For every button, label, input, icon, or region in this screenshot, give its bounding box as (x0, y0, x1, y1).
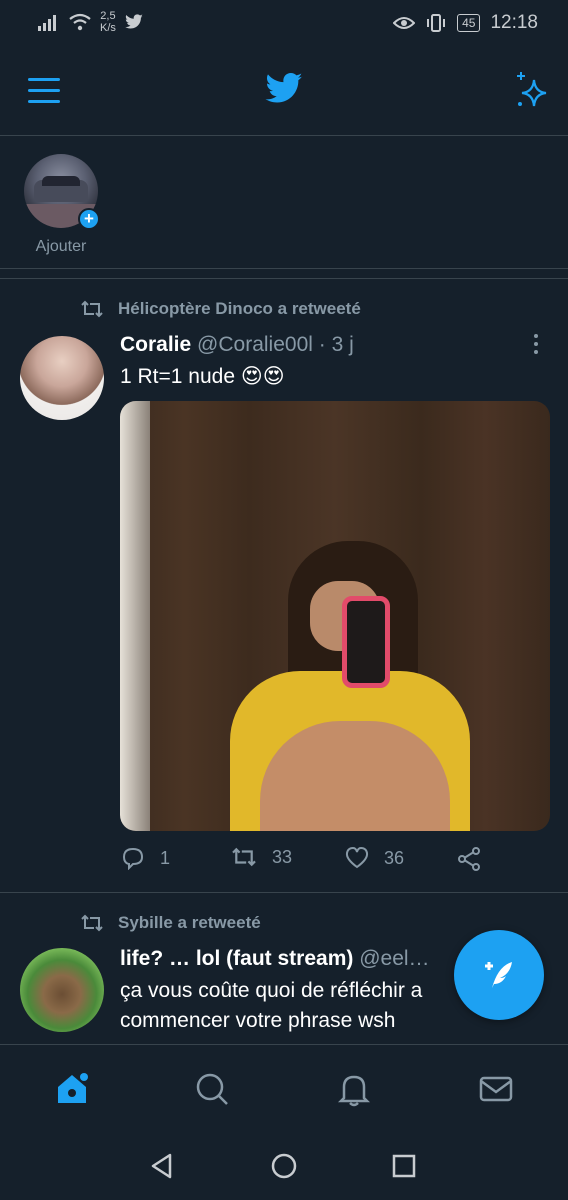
reply-count: 1 (160, 847, 171, 868)
retweet-icon (81, 914, 103, 932)
vibrate-icon (427, 14, 446, 32)
battery-indicator: 45 (457, 14, 481, 32)
author-name[interactable]: life? … lol (faut stream) (120, 947, 353, 970)
like-button[interactable]: 36 (344, 846, 404, 870)
network-speed-unit: K/s (100, 22, 116, 34)
reply-icon (122, 847, 144, 870)
tweet-author-line: life? … lol (faut stream) @eel… (120, 947, 430, 971)
tweet-text-line: commencer votre phrase wsh (120, 1009, 396, 1032)
divider (0, 892, 568, 893)
tweet-text: 1 Rt=1 nude 😍😍 (120, 365, 285, 388)
network-speed: 2,5 K/s (100, 10, 116, 34)
twitter-bird-icon[interactable] (264, 72, 304, 106)
status-bar: 2,5 K/s 45 12:18 (0, 0, 568, 48)
tweet-author-line: Coralie @Coralie00l · 3 j (120, 333, 354, 357)
bottom-navigation (0, 1044, 568, 1132)
author-handle[interactable]: @Coralie00l · 3 j (197, 333, 354, 356)
retweet-icon (232, 847, 256, 867)
divider (0, 278, 568, 279)
recents-square-icon[interactable] (390, 1152, 418, 1180)
retweet-icon (81, 300, 103, 318)
signal-icon (38, 15, 56, 31)
notifications-bell-icon[interactable] (336, 1071, 372, 1107)
fleet-add-label[interactable]: Ajouter (0, 238, 122, 256)
share-icon (458, 847, 480, 871)
home-icon[interactable] (54, 1071, 90, 1107)
avatar[interactable] (20, 948, 104, 1032)
retweet-context: Sybille a retweeté (80, 913, 261, 933)
home-circle-icon[interactable] (270, 1152, 298, 1180)
retweet-context-text[interactable]: Hélicoptère Dinoco a retweeté (118, 299, 361, 319)
status-right: 45 12:18 (393, 12, 538, 34)
tweet-media-image[interactable] (120, 401, 550, 831)
compose-feather-icon (485, 962, 512, 988)
search-icon[interactable] (194, 1071, 230, 1107)
eye-icon (393, 17, 416, 29)
tweet-text-line: ça vous coûte quoi de réfléchir a (120, 979, 423, 1002)
app-header (0, 48, 568, 136)
more-options-icon[interactable] (534, 334, 540, 358)
hamburger-menu-icon[interactable] (28, 78, 60, 104)
wifi-icon (69, 13, 91, 31)
network-speed-value: 2,5 (100, 10, 116, 22)
clock: 12:18 (490, 12, 538, 33)
reply-button[interactable]: 1 (120, 846, 170, 870)
avatar[interactable] (20, 336, 104, 420)
twitter-notification-icon (125, 14, 143, 29)
retweet-button[interactable]: 33 (230, 846, 292, 868)
tweet-text: ça vous coûte quoi de réfléchir a commen… (120, 976, 422, 1036)
heart-icon (345, 846, 369, 869)
add-fleet-plus-icon[interactable]: + (78, 208, 100, 230)
sparkle-icon[interactable] (514, 70, 550, 110)
like-count: 36 (384, 847, 405, 868)
retweet-context-text[interactable]: Sybille a retweeté (118, 913, 261, 933)
author-name[interactable]: Coralie (120, 333, 191, 356)
compose-tweet-button[interactable] (454, 930, 544, 1020)
share-button[interactable] (456, 846, 482, 872)
messages-envelope-icon[interactable] (478, 1071, 514, 1107)
fleets-row: Ajouter (0, 136, 568, 269)
author-handle[interactable]: @eel… (359, 947, 429, 970)
back-triangle-icon[interactable] (148, 1152, 176, 1180)
retweet-count: 33 (272, 846, 293, 867)
system-navigation-bar (0, 1132, 568, 1200)
status-left: 2,5 K/s (38, 10, 144, 34)
retweet-context: Hélicoptère Dinoco a retweeté (80, 299, 361, 319)
tweet-actions: 1 33 36 (120, 846, 540, 876)
